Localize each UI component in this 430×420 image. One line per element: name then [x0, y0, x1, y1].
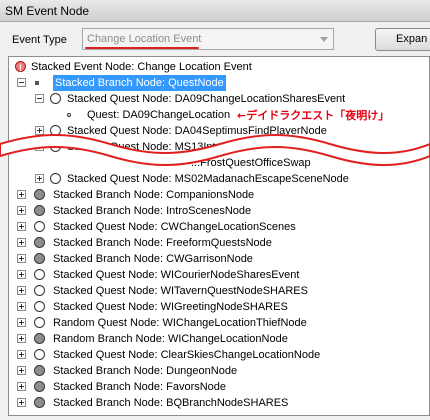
event-type-label: Event Type: [12, 34, 67, 46]
tree-item-label: Stacked Quest Node: MS02MadanachEscapeSc…: [67, 173, 349, 185]
quest-icon: [67, 113, 71, 117]
tree-item-bqbranch[interactable]: Stacked Branch Node: BQBranchNodeSHARES: [13, 395, 413, 411]
tree-item-companions[interactable]: Stacked Branch Node: CompanionsNode: [13, 187, 413, 203]
expand-icon[interactable]: [17, 382, 26, 391]
branch-node-icon: [34, 189, 45, 200]
expand-button[interactable]: Expan: [375, 28, 430, 51]
tree-item-ms02[interactable]: Stacked Quest Node: MS02MadanachEscapeSc…: [31, 171, 421, 187]
quest-node-icon: [34, 285, 45, 296]
tree-item-label: Quest: DA09ChangeLocation: [87, 109, 231, 121]
expand-icon[interactable]: [17, 254, 26, 263]
expand-icon[interactable]: [17, 318, 26, 327]
quest-node-icon: [34, 301, 45, 312]
branch-node-icon: [35, 81, 39, 85]
tree-item-label: Random Branch Node: WIChangeLocationNode: [53, 333, 288, 345]
event-type-dropdown[interactable]: Change Location Event: [82, 28, 334, 50]
collapse-icon[interactable]: [35, 94, 44, 103]
tree-item-wigreeting[interactable]: Stacked Quest Node: WIGreetingNodeSHARES: [13, 299, 413, 315]
expand-icon[interactable]: [17, 206, 26, 215]
tree-item-label: Stacked Quest Node: WICourierNodeSharesE…: [53, 269, 300, 281]
event-type-row: Event Type Change Location Event Expan: [0, 26, 430, 54]
chevron-down-icon[interactable]: [320, 37, 328, 42]
branch-node-icon: [34, 237, 45, 248]
tree-root[interactable]: Stacked Event Node: Change Location Even…: [15, 59, 415, 76]
expand-icon[interactable]: [17, 270, 26, 279]
japanese-annotation: ←デイドラクエスト「夜明け」: [237, 109, 390, 122]
expand-icon[interactable]: [17, 238, 26, 247]
expand-icon[interactable]: [17, 286, 26, 295]
tree-item-label: Stacked Branch Node: BQBranchNodeSHARES: [53, 397, 289, 409]
quest-node-icon: [50, 173, 61, 184]
expand-icon[interactable]: [17, 334, 26, 343]
red-underline-highlight: [85, 47, 199, 49]
tree-item-cwchangelocation[interactable]: Stacked Quest Node: CWChangeLocationScen…: [13, 219, 413, 235]
tree-item-label: Stacked Branch Node: CWGarrisonNode: [53, 253, 253, 265]
tree-root-label: Stacked Event Node: Change Location Even…: [31, 61, 252, 73]
branch-node-icon: [34, 205, 45, 216]
quest-node-icon: [34, 269, 45, 280]
expand-icon[interactable]: [17, 190, 26, 199]
sm-event-node-window: SM Event Node Event Type Change Location…: [0, 0, 430, 420]
expand-icon[interactable]: [17, 350, 26, 359]
collapse-icon[interactable]: [17, 78, 26, 87]
tree-item-label: Random Quest Node: WIChangeLocationThief…: [53, 317, 307, 329]
event-tree[interactable]: Stacked Event Node: Change Location Even…: [8, 56, 430, 416]
tree-item-dungeon[interactable]: Stacked Branch Node: DungeonNode: [13, 363, 413, 379]
tree-item-label: Stacked Branch Node: FreeformQuestsNode: [53, 237, 272, 249]
expand-icon[interactable]: [17, 398, 26, 407]
event-type-value: Change Location Event: [87, 33, 202, 45]
tree-item-favors[interactable]: Stacked Branch Node: FavorsNode: [13, 379, 413, 395]
expand-icon[interactable]: [17, 366, 26, 375]
branch-node-icon: [34, 365, 45, 376]
tree-item-label: Stacked Quest Node: DA09ChangeLocationSh…: [67, 93, 346, 105]
tree-item-withief[interactable]: Random Quest Node: WIChangeLocationThief…: [13, 315, 413, 331]
tree-item-cwgarrison[interactable]: Stacked Branch Node: CWGarrisonNode: [13, 251, 413, 267]
tree-item-label: Stacked Branch Node: FavorsNode: [53, 381, 227, 393]
tree-item-label: Stacked Branch Node: CompanionsNode: [53, 189, 255, 201]
tree-item-label: Stacked Quest Node: ClearSkiesChangeLoca…: [53, 349, 321, 361]
tree-item-introscenes[interactable]: Stacked Branch Node: IntroScenesNode: [13, 203, 413, 219]
quest-node-icon: [50, 93, 61, 104]
tree-item-label: Stacked Branch Node: IntroScenesNode: [53, 205, 252, 217]
tree-item-label: Stacked Branch Node: DungeonNode: [53, 365, 238, 377]
tree-item-da09-shares[interactable]: Stacked Quest Node: DA09ChangeLocationSh…: [31, 91, 421, 107]
quest-node-icon: [34, 221, 45, 232]
expand-icon[interactable]: [35, 174, 44, 183]
tree-item-witavern[interactable]: Stacked Quest Node: WITavernQuestNodeSHA…: [13, 283, 413, 299]
tree-item-freeform[interactable]: Stacked Branch Node: FreeformQuestsNode: [13, 235, 413, 251]
branch-node-icon: [34, 397, 45, 408]
tree-item-clearskies[interactable]: Stacked Quest Node: ClearSkiesChangeLoca…: [13, 347, 413, 363]
quest-node-icon: [34, 317, 45, 328]
tree-item-label: Stacked Branch Node: QuestNode: [53, 75, 226, 91]
tree-item-wicourier[interactable]: Stacked Quest Node: WICourierNodeSharesE…: [13, 267, 413, 283]
branch-node-icon: [34, 381, 45, 392]
quest-node-icon: [34, 349, 45, 360]
title-bar[interactable]: SM Event Node: [0, 0, 430, 22]
branch-node-icon: [34, 333, 45, 344]
omitted-section-wave: [0, 134, 430, 166]
expand-icon[interactable]: [17, 302, 26, 311]
window-title: SM Event Node: [5, 4, 90, 18]
tree-item-wichangelocation[interactable]: Random Branch Node: WIChangeLocationNode: [13, 331, 413, 347]
tree-item-label: Stacked Quest Node: WITavernQuestNodeSHA…: [53, 285, 308, 297]
tree-item-label: Stacked Quest Node: WIGreetingNodeSHARES: [53, 301, 288, 313]
tree-item-questnode[interactable]: Stacked Branch Node: QuestNode: [13, 75, 413, 91]
expand-icon[interactable]: [17, 222, 26, 231]
warning-node-icon: [15, 60, 26, 76]
tree-item-label: Stacked Quest Node: CWChangeLocationScen…: [53, 221, 296, 233]
branch-node-icon: [34, 253, 45, 264]
